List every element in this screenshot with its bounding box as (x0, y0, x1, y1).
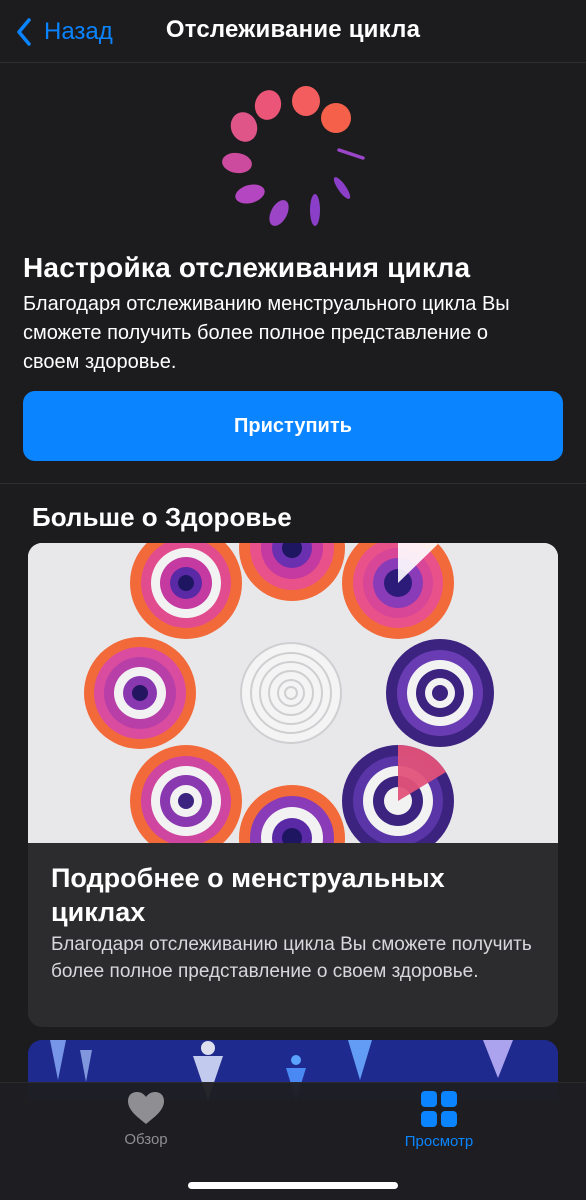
divider (0, 483, 586, 484)
paper-cut-cycle-rings-illustration (28, 543, 558, 843)
tab-label: Обзор (124, 1131, 168, 1148)
tab-label: Просмотр (404, 1133, 474, 1150)
article-description: Благодаря отслеживанию цикла Вы сможете … (51, 934, 532, 982)
heart-icon (128, 1092, 164, 1124)
navigation-bar: Назад Отслеживание цикла (0, 0, 586, 63)
setup-description: Благодаря отслеживанию менструального ци… (23, 293, 510, 373)
screen: Назад Отслеживание цикла Настройка отсле… (0, 0, 586, 1200)
cycle-tracking-icon (222, 86, 365, 226)
home-indicator[interactable] (188, 1182, 398, 1189)
article-title: Подробнее о менструальных циклах (51, 863, 445, 927)
grid-icon (421, 1091, 457, 1127)
article-card[interactable]: Подробнее о менструальных циклах Благода… (28, 543, 558, 1027)
tab-overview[interactable]: Обзор (66, 1091, 226, 1163)
section-title: Больше о Здоровье (32, 502, 292, 532)
tab-browse[interactable]: Просмотр (359, 1091, 519, 1163)
setup-title: Настройка отслеживания цикла (23, 252, 471, 283)
get-started-button[interactable]: Приступить (23, 391, 563, 461)
page-title: Отслеживание цикла (165, 16, 421, 43)
